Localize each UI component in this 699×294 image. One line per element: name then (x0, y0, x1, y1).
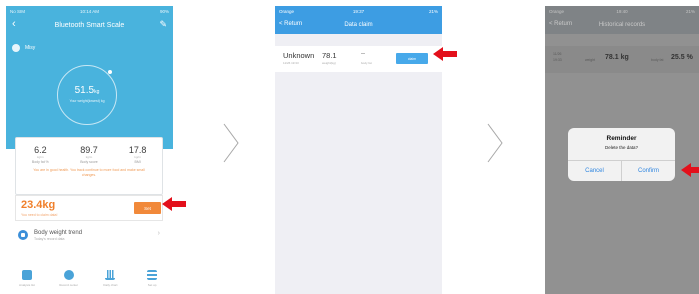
menu-icon (147, 270, 158, 280)
page-title: Historical records (598, 22, 646, 28)
stat-body-score: 89.7 kg/m Body score (80, 145, 98, 164)
battery-text: 21% (428, 8, 438, 14)
status-bar: Orange 19:37 21% (275, 6, 442, 16)
record-weight-label: weight (585, 58, 596, 62)
list-icon (21, 270, 32, 280)
clock-text: 19:40 (616, 8, 628, 14)
status-bar: No SIM 10:14 AM 90% (6, 6, 173, 16)
trend-subtitle: Today's record data (34, 236, 65, 241)
step-chevron-icon (487, 123, 503, 163)
nav-bar: ‹ Bluetooth Smart Scale ✎ (6, 17, 173, 33)
nav-bar: < Return Historical records (545, 18, 699, 32)
claim-weight-label: weight(kg) (322, 61, 336, 65)
user-icon (12, 44, 20, 52)
health-tip: You are in good health. You track contin… (33, 168, 145, 177)
user-row[interactable]: Misy (12, 44, 35, 52)
return-button[interactable]: < Return (279, 21, 302, 27)
dialog-actions: Cancel Confirm (568, 160, 675, 181)
scale-home-screen: No SIM 10:14 AM 90% ‹ Bluetooth Smart Sc… (6, 6, 173, 294)
reminder-dialog: Reminder Delete the data? Cancel Confirm (568, 128, 675, 181)
stat-body-fat: 6.2 kg/m Body fat % (31, 145, 49, 164)
claim-time: 11/26 19:33 (283, 61, 299, 65)
page-title: Data claim (344, 22, 373, 28)
return-button[interactable]: < Return (549, 21, 572, 27)
dialog-title: Reminder (606, 135, 637, 142)
clock-text: 10:14 AM (79, 8, 100, 14)
set-button[interactable]: Set (134, 202, 161, 214)
carrier-text: No SIM (10, 8, 26, 14)
tab-setup[interactable]: Set up (134, 268, 170, 294)
red-arrow-icon (433, 47, 457, 61)
tab-chart[interactable]: Daily chart (92, 268, 128, 294)
stat-bmi: 17.8 kg/m BMI (128, 145, 147, 164)
page-title: Bluetooth Smart Scale (54, 21, 125, 29)
chevron-right-icon: › (157, 230, 160, 237)
record-date: 11/26 19:33 (553, 52, 562, 62)
battery-text: 21% (685, 8, 695, 14)
stats-card: 6.2 kg/m Body fat % 89.7 kg/m Body score… (15, 137, 163, 195)
cancel-button[interactable]: Cancel (568, 161, 621, 181)
trend-icon (18, 230, 28, 240)
record-row[interactable]: 11/26 19:33 weight 78.1 kg body fat 25.5… (545, 46, 699, 73)
confirm-button[interactable]: Confirm (621, 161, 675, 181)
back-icon[interactable]: ‹ (12, 18, 16, 30)
header-bar: Orange 19:40 21% < Return Historical rec… (545, 6, 699, 34)
battery-text: 90% (159, 8, 169, 14)
gauge-marker (108, 70, 112, 74)
tab-record[interactable]: Record center (51, 268, 87, 294)
red-arrow-icon (681, 163, 699, 177)
trend-title: Body weight trend (34, 229, 83, 236)
gauge-caption: Your weight(lowest) kg (69, 99, 105, 103)
header-panel: No SIM 10:14 AM 90% ‹ Bluetooth Smart Sc… (6, 6, 173, 149)
tab-analysis[interactable]: Analysis list (9, 268, 45, 294)
body-weight-trend-row[interactable]: Body weight trend Today's record data › (15, 225, 163, 245)
claim-weight: 78.1 (322, 51, 337, 60)
weight-gauge: 51.5kg Your weight(lowest) kg (57, 65, 117, 125)
data-claim-screen: Orange 19:37 21% < Return Data claim Unk… (275, 6, 442, 294)
header-bar: Orange 19:37 21% < Return Data claim (275, 6, 442, 34)
record-bodyfat: 25.5 % (671, 54, 693, 61)
dialog-message: Delete the data? (604, 145, 639, 150)
target-weight-row: 23.4kg You need to claim data! Set (15, 195, 163, 221)
target-weight-value: 23.4kg (21, 199, 56, 211)
record-icon (63, 270, 74, 280)
claim-user-name: Unknown (283, 51, 315, 60)
historical-records-screen: Orange 19:40 21% < Return Historical rec… (545, 6, 699, 294)
target-weight-subtitle: You need to claim data! (21, 213, 58, 217)
record-weight: 78.1 kg (605, 54, 629, 61)
step-chevron-icon (223, 123, 239, 163)
tutorial-canvas: No SIM 10:14 AM 90% ‹ Bluetooth Smart Sc… (0, 0, 699, 294)
claim-row: Unknown 11/26 19:33 78.1 weight(kg) -- b… (275, 46, 442, 72)
gauge-unit: kg (94, 89, 100, 95)
carrier-text: Orange (549, 8, 565, 14)
claim-bodyfat: -- (361, 51, 365, 57)
claim-button[interactable]: claim (396, 53, 428, 64)
user-name: Misy (25, 45, 36, 51)
gauge-value: 51.5kg (74, 85, 100, 96)
bar-chart-icon (105, 270, 116, 280)
clock-text: 19:37 (352, 8, 365, 14)
tab-bar: Analysis list Record center Daily chart … (6, 268, 173, 294)
red-arrow-icon (162, 197, 186, 211)
record-bodyfat-label: body fat (651, 58, 664, 62)
status-bar: Orange 19:40 21% (545, 6, 699, 16)
nav-bar: < Return Data claim (275, 18, 442, 32)
edit-icon[interactable]: ✎ (159, 19, 167, 30)
claim-bodyfat-label: body fat (361, 61, 372, 65)
carrier-text: Orange (279, 8, 295, 14)
